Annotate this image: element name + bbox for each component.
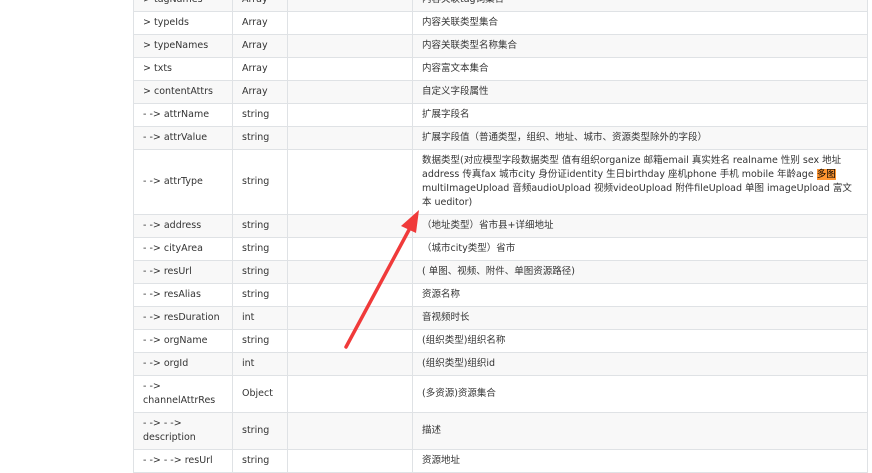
table-row: - -> resDuration int 音视频时长 bbox=[133, 306, 868, 330]
param-required-cell bbox=[287, 412, 413, 450]
param-type-cell: Array bbox=[232, 0, 288, 12]
param-name-cell: > contentAttrs bbox=[133, 80, 233, 104]
param-desc-cell: 数据类型(对应模型字段数据类型 值有组织organize 邮箱email 真实姓… bbox=[412, 149, 868, 215]
api-params-table: > tagNamesArray内容关联tag词集合> typeIdsArray内… bbox=[133, 0, 868, 473]
param-desc-cell: 扩展字段名 bbox=[412, 103, 868, 127]
param-desc-cell: （地址类型）省市县+详细地址 bbox=[412, 214, 868, 238]
param-name-cell: - -> attrType bbox=[133, 149, 233, 215]
param-name-cell: > txts bbox=[133, 57, 233, 81]
desc-text: multiImageUpload 音频audioUpload 视频videoUp… bbox=[422, 183, 852, 208]
param-desc-cell: 资源名称 bbox=[412, 283, 868, 307]
table-row: - -> cityArea string （城市city类型）省市 bbox=[133, 237, 868, 261]
param-desc-cell: (组织类型)组织id bbox=[412, 352, 868, 376]
param-type-cell: string bbox=[232, 283, 288, 307]
table-row: > typeNames Array 内容关联类型名称集合 bbox=[133, 34, 868, 58]
param-required-cell bbox=[287, 214, 413, 238]
param-required-cell bbox=[287, 329, 413, 353]
param-required-cell bbox=[287, 260, 413, 284]
param-name-cell: - -> address bbox=[133, 214, 233, 238]
param-desc-cell: （城市city类型）省市 bbox=[412, 237, 868, 261]
param-desc-cell: 内容富文本集合 bbox=[412, 57, 868, 81]
param-name-cell: - -> attrName bbox=[133, 103, 233, 127]
param-required-cell bbox=[287, 306, 413, 330]
table-row: - -> orgName string (组织类型)组织名称 bbox=[133, 329, 868, 353]
param-name-cell: - -> resDuration bbox=[133, 306, 233, 330]
param-type-cell: Array bbox=[232, 11, 288, 35]
param-required-cell bbox=[287, 237, 413, 261]
param-name-cell: > typeIds bbox=[133, 11, 233, 35]
param-required-cell bbox=[287, 0, 413, 12]
desc-text: 数据类型(对应模型字段数据类型 值有组织organize 邮箱email 真实姓… bbox=[422, 155, 842, 180]
table-row: - -> resUrl string ( 单图、视频、附件、单图资源路径) bbox=[133, 260, 868, 284]
param-type-cell: string bbox=[232, 237, 288, 261]
param-required-cell bbox=[287, 11, 413, 35]
param-required-cell bbox=[287, 449, 413, 473]
search-highlight: 多图 bbox=[816, 169, 836, 180]
table-row: > tagNamesArray 内容关联tag词集合 bbox=[133, 0, 868, 12]
param-desc-cell: 自定义字段属性 bbox=[412, 80, 868, 104]
param-type-cell: Object bbox=[232, 375, 288, 413]
param-desc-cell: (组织类型)组织名称 bbox=[412, 329, 868, 353]
param-required-cell bbox=[287, 34, 413, 58]
param-required-cell bbox=[287, 352, 413, 376]
table-row: - -> attrValue string 扩展字段值（普通类型，组织、地址、城市、… bbox=[133, 126, 868, 150]
param-name-cell: - -> resUrl bbox=[133, 260, 233, 284]
param-required-cell bbox=[287, 149, 413, 215]
param-desc-cell: 内容关联类型集合 bbox=[412, 11, 868, 35]
param-required-cell bbox=[287, 80, 413, 104]
param-desc-cell: 资源地址 bbox=[412, 449, 868, 473]
param-desc-cell: 内容关联类型名称集合 bbox=[412, 34, 868, 58]
param-type-cell: string bbox=[232, 412, 288, 450]
param-name-cell: > tagNames bbox=[133, 0, 233, 12]
param-required-cell bbox=[287, 103, 413, 127]
param-name-cell: > typeNames bbox=[133, 34, 233, 58]
param-desc-cell: ( 单图、视频、附件、单图资源路径) bbox=[412, 260, 868, 284]
param-name-cell: - -> cityArea bbox=[133, 237, 233, 261]
param-required-cell bbox=[287, 57, 413, 81]
table-row: - -> channelAttrRes Object (多资源)资源集合 bbox=[133, 375, 868, 413]
table-row: - -> - -> description string 描述 bbox=[133, 412, 868, 450]
param-name-cell: - -> attrValue bbox=[133, 126, 233, 150]
param-type-cell: string bbox=[232, 214, 288, 238]
param-desc-cell: (多资源)资源集合 bbox=[412, 375, 868, 413]
param-type-cell: string bbox=[232, 260, 288, 284]
table-row: - -> orgId int (组织类型)组织id bbox=[133, 352, 868, 376]
table-row: - -> attrName string 扩展字段名 bbox=[133, 103, 868, 127]
table-row: - -> attrType string 数据类型(对应模型字段数据类型 值有组织o… bbox=[133, 149, 868, 215]
param-name-cell: - -> orgName bbox=[133, 329, 233, 353]
param-required-cell bbox=[287, 283, 413, 307]
table-row: > typeIds Array 内容关联类型集合 bbox=[133, 11, 868, 35]
param-type-cell: string bbox=[232, 103, 288, 127]
param-type-cell: string bbox=[232, 329, 288, 353]
param-required-cell bbox=[287, 126, 413, 150]
param-type-cell: Array bbox=[232, 34, 288, 58]
param-required-cell bbox=[287, 375, 413, 413]
param-type-cell: int bbox=[232, 306, 288, 330]
param-type-cell: Array bbox=[232, 80, 288, 104]
param-type-cell: Array bbox=[232, 57, 288, 81]
table-row: > contentAttrs Array 自定义字段属性 bbox=[133, 80, 868, 104]
table-row: - -> address string （地址类型）省市县+详细地址 bbox=[133, 214, 868, 238]
param-type-cell: string bbox=[232, 126, 288, 150]
param-name-cell: - -> - -> resUrl bbox=[133, 449, 233, 473]
table-row: - -> resAlias string 资源名称 bbox=[133, 283, 868, 307]
param-type-cell: string bbox=[232, 149, 288, 215]
param-desc-cell: 扩展字段值（普通类型，组织、地址、城市、资源类型除外的字段） bbox=[412, 126, 868, 150]
param-name-cell: - -> orgId bbox=[133, 352, 233, 376]
table-row: - -> - -> resUrl string 资源地址 bbox=[133, 449, 868, 473]
param-type-cell: int bbox=[232, 352, 288, 376]
param-type-cell: string bbox=[232, 449, 288, 473]
param-name-cell: - -> channelAttrRes bbox=[133, 375, 233, 413]
param-name-cell: - -> resAlias bbox=[133, 283, 233, 307]
param-desc-cell: 内容关联tag词集合 bbox=[412, 0, 868, 12]
param-name-cell: - -> - -> description bbox=[133, 412, 233, 450]
param-desc-cell: 描述 bbox=[412, 412, 868, 450]
param-desc-cell: 音视频时长 bbox=[412, 306, 868, 330]
table-row: > txts Array 内容富文本集合 bbox=[133, 57, 868, 81]
